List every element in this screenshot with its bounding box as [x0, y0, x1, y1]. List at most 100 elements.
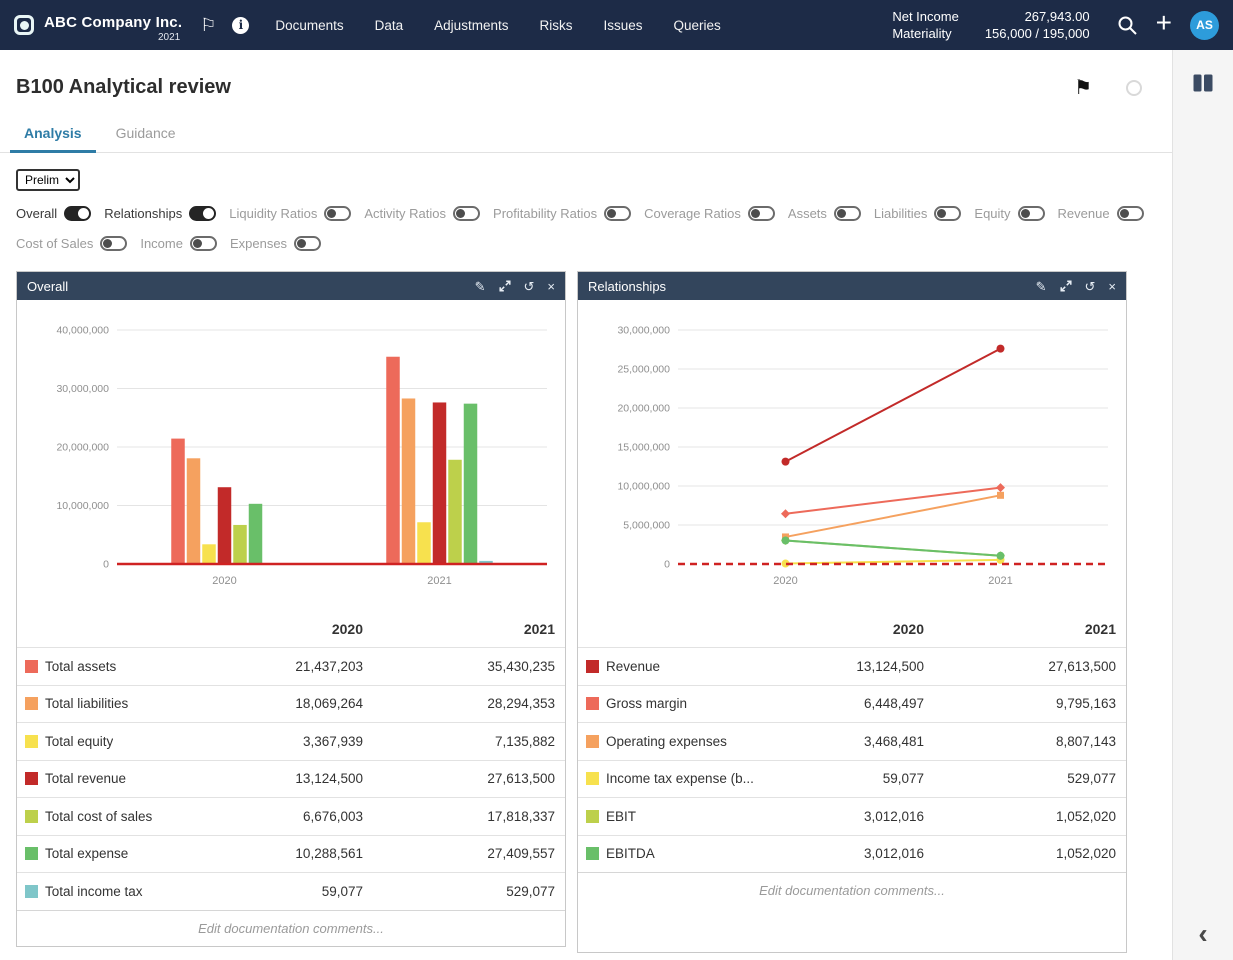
row-label: Total income tax: [45, 884, 143, 899]
flag-icon[interactable]: ⚑: [1074, 78, 1092, 98]
document-pane-icon[interactable]: [1193, 74, 1213, 97]
svg-text:40,000,000: 40,000,000: [56, 325, 109, 337]
svg-text:10,000,000: 10,000,000: [56, 500, 109, 512]
right-rail: ‹: [1172, 50, 1233, 960]
table-row: Gross margin6,448,4979,795,163: [578, 685, 1126, 723]
series-swatch: [25, 772, 38, 785]
toggle-overall[interactable]: [64, 206, 91, 221]
metric-value-net-income: 267,943.00: [985, 9, 1090, 24]
nav-link-issues[interactable]: Issues: [603, 18, 642, 33]
panel-header: Relationships✎↺×: [578, 272, 1126, 300]
nav-link-queries[interactable]: Queries: [674, 18, 721, 33]
filter-expenses: Expenses: [230, 236, 321, 251]
series-swatch: [25, 885, 38, 898]
edit-comments[interactable]: Edit documentation comments...: [578, 872, 1126, 908]
svg-text:2020: 2020: [212, 575, 236, 587]
svg-text:15,000,000: 15,000,000: [617, 442, 670, 454]
row-value: 3,012,016: [766, 846, 924, 861]
table-row: Operating expenses3,468,4818,807,143: [578, 722, 1126, 760]
row-label: Revenue: [606, 659, 660, 674]
filter-label: Overall: [16, 206, 57, 221]
refresh-icon[interactable]: ↺: [1085, 280, 1096, 293]
close-icon[interactable]: ×: [1108, 280, 1116, 293]
expand-icon[interactable]: [1060, 280, 1072, 292]
tab-analysis[interactable]: Analysis: [10, 119, 96, 153]
filter-overall: Overall: [16, 206, 91, 221]
svg-text:30,000,000: 30,000,000: [56, 383, 109, 395]
filter-label: Income: [140, 236, 183, 251]
svg-text:25,000,000: 25,000,000: [617, 364, 670, 376]
column-header-2021: 2021: [363, 621, 555, 637]
flag-icon[interactable]: ⚐: [200, 15, 216, 36]
filter-label: Cost of Sales: [16, 236, 93, 251]
edit-icon[interactable]: ✎: [475, 280, 486, 293]
nav-link-risks[interactable]: Risks: [539, 18, 572, 33]
period-select[interactable]: Prelim: [16, 169, 80, 191]
toggle-equity[interactable]: [1018, 206, 1045, 221]
avatar[interactable]: AS: [1190, 11, 1219, 40]
info-icon[interactable]: i: [232, 17, 249, 34]
filter-label: Revenue: [1058, 206, 1110, 221]
table-row: EBITDA3,012,0161,052,020: [578, 835, 1126, 873]
toggle-relationships[interactable]: [189, 206, 216, 221]
toggle-revenue[interactable]: [1117, 206, 1144, 221]
toggle-activity-ratios[interactable]: [453, 206, 480, 221]
panels: Overall✎↺×010,000,00020,000,00030,000,00…: [0, 251, 1172, 953]
row-label-cell: Gross margin: [586, 696, 766, 711]
toggle-coverage-ratios[interactable]: [748, 206, 775, 221]
table-row: Total equity3,367,9397,135,882: [17, 722, 565, 760]
row-label: Total assets: [45, 659, 116, 674]
series-swatch: [25, 697, 38, 710]
edit-icon[interactable]: ✎: [1036, 280, 1047, 293]
row-value: 27,409,557: [363, 846, 555, 861]
toggle-assets[interactable]: [834, 206, 861, 221]
nav-link-documents[interactable]: Documents: [275, 18, 343, 33]
series-swatch: [586, 697, 599, 710]
nav-link-data[interactable]: Data: [375, 18, 404, 33]
expand-icon[interactable]: [499, 280, 511, 292]
filter-label: Relationships: [104, 206, 182, 221]
svg-text:5,000,000: 5,000,000: [623, 520, 670, 532]
navbar-metrics: Net Income267,943.00Materiality156,000 /…: [892, 9, 1089, 41]
row-value: 13,124,500: [766, 659, 924, 674]
filter-cost-of-sales: Cost of Sales: [16, 236, 127, 251]
series-swatch: [586, 847, 599, 860]
toggle-profitability-ratios[interactable]: [604, 206, 631, 221]
toggle-liquidity-ratios[interactable]: [324, 206, 351, 221]
add-icon[interactable]: +: [1156, 10, 1172, 39]
table-row: Revenue13,124,50027,613,500: [578, 647, 1126, 685]
filter-activity-ratios: Activity Ratios: [364, 206, 480, 221]
series-swatch: [25, 847, 38, 860]
engagement-selector[interactable]: ABC Company Inc. 2021: [44, 14, 182, 44]
toggle-income[interactable]: [190, 236, 217, 251]
row-label: EBIT: [606, 809, 636, 824]
toggle-cost-of-sales[interactable]: [100, 236, 127, 251]
toggle-liabilities[interactable]: [934, 206, 961, 221]
row-label-cell: EBIT: [586, 809, 766, 824]
filter-label: Assets: [788, 206, 827, 221]
app-logo-icon[interactable]: [14, 15, 34, 35]
search-icon[interactable]: [1116, 14, 1138, 36]
toggle-expenses[interactable]: [294, 236, 321, 251]
row-label: Total expense: [45, 846, 128, 861]
table-row: Total revenue13,124,50027,613,500: [17, 760, 565, 798]
svg-text:20,000,000: 20,000,000: [56, 442, 109, 454]
row-value: 529,077: [363, 884, 555, 899]
row-value: 35,430,235: [363, 659, 555, 674]
signoff-circle-icon[interactable]: [1126, 80, 1142, 96]
table-row: Total income tax59,077529,077: [17, 872, 565, 910]
row-label-cell: Income tax expense (b...: [586, 771, 766, 786]
close-icon[interactable]: ×: [547, 280, 555, 293]
collapse-chevron-icon[interactable]: ‹: [1198, 918, 1207, 950]
nav-link-adjustments[interactable]: Adjustments: [434, 18, 508, 33]
filter-equity: Equity: [974, 206, 1044, 221]
filter-label: Liabilities: [874, 206, 927, 221]
refresh-icon[interactable]: ↺: [524, 280, 535, 293]
edit-comments[interactable]: Edit documentation comments...: [17, 910, 565, 946]
filter-label: Activity Ratios: [364, 206, 446, 221]
row-label: Total equity: [45, 734, 113, 749]
row-value: 7,135,882: [363, 734, 555, 749]
table-row: Total liabilities18,069,26428,294,353: [17, 685, 565, 723]
bar-chart: 010,000,00020,000,00030,000,00040,000,00…: [17, 300, 565, 600]
tab-guidance[interactable]: Guidance: [102, 119, 190, 153]
